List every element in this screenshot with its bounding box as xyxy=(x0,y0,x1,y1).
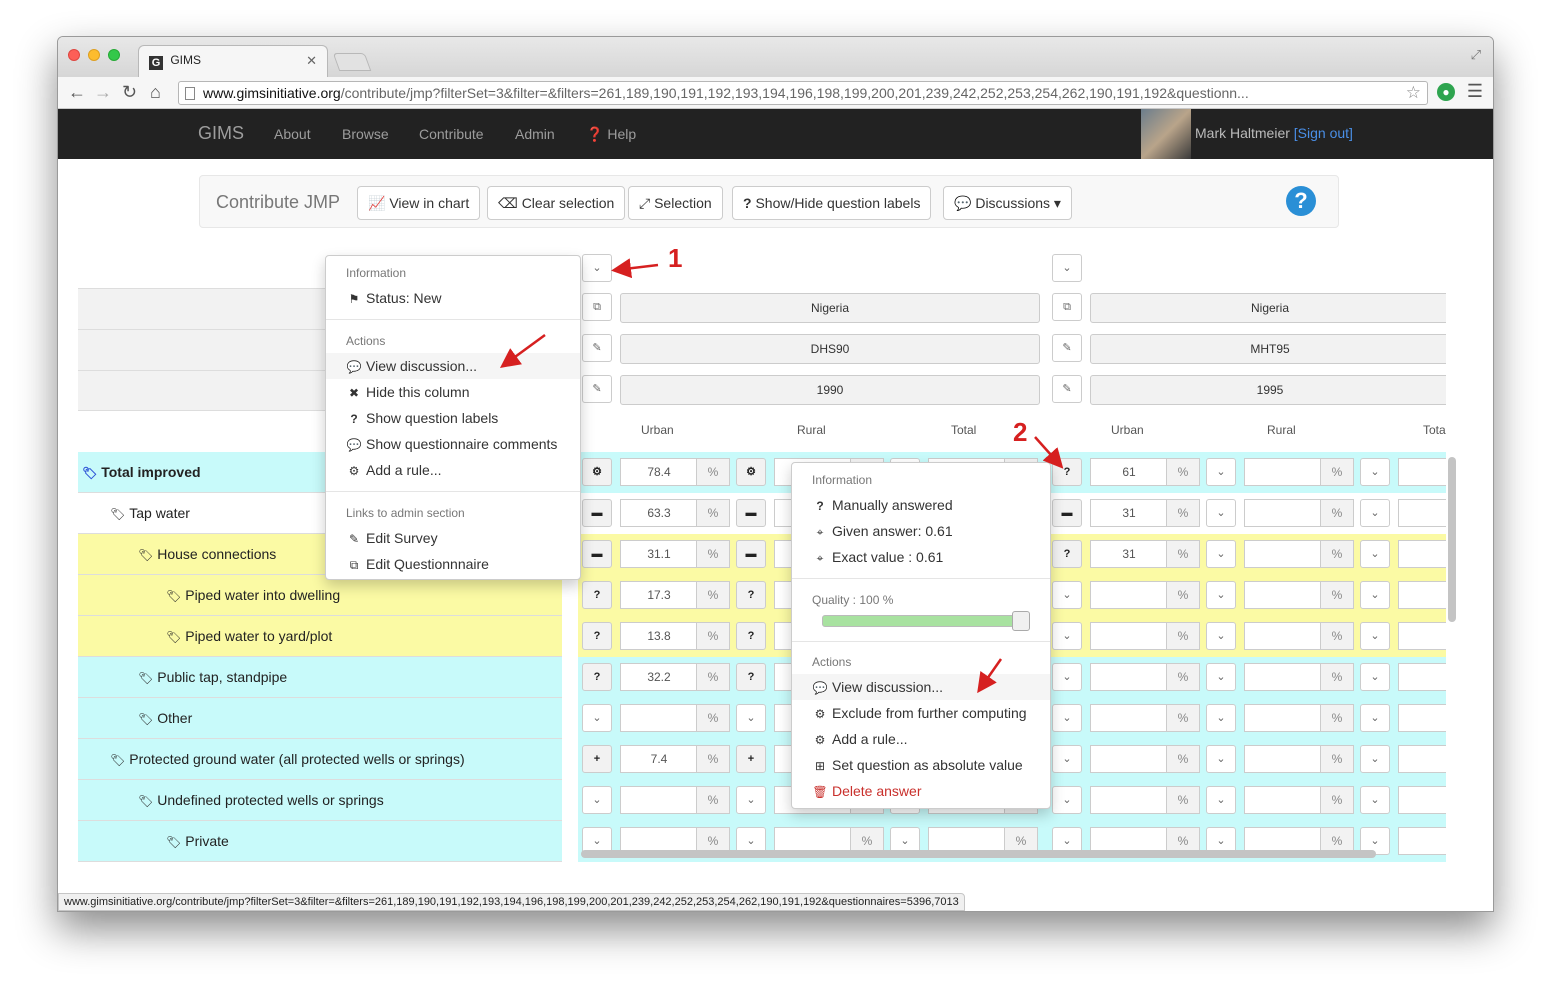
status-bar-url: www.gimsinitiative.org/contribute/jmp?fi… xyxy=(58,893,965,911)
browser-window: G GIMS ✕ ⤢ ← → ↻ ⌂ www.gimsinitiative.or… xyxy=(57,36,1494,912)
arrow-1 xyxy=(611,258,659,279)
annotation-arrows xyxy=(499,258,1064,694)
arrow-2 xyxy=(1034,436,1064,469)
arrow-view-discussion-1 xyxy=(499,333,546,368)
arrow-view-discussion-2 xyxy=(977,658,1003,694)
